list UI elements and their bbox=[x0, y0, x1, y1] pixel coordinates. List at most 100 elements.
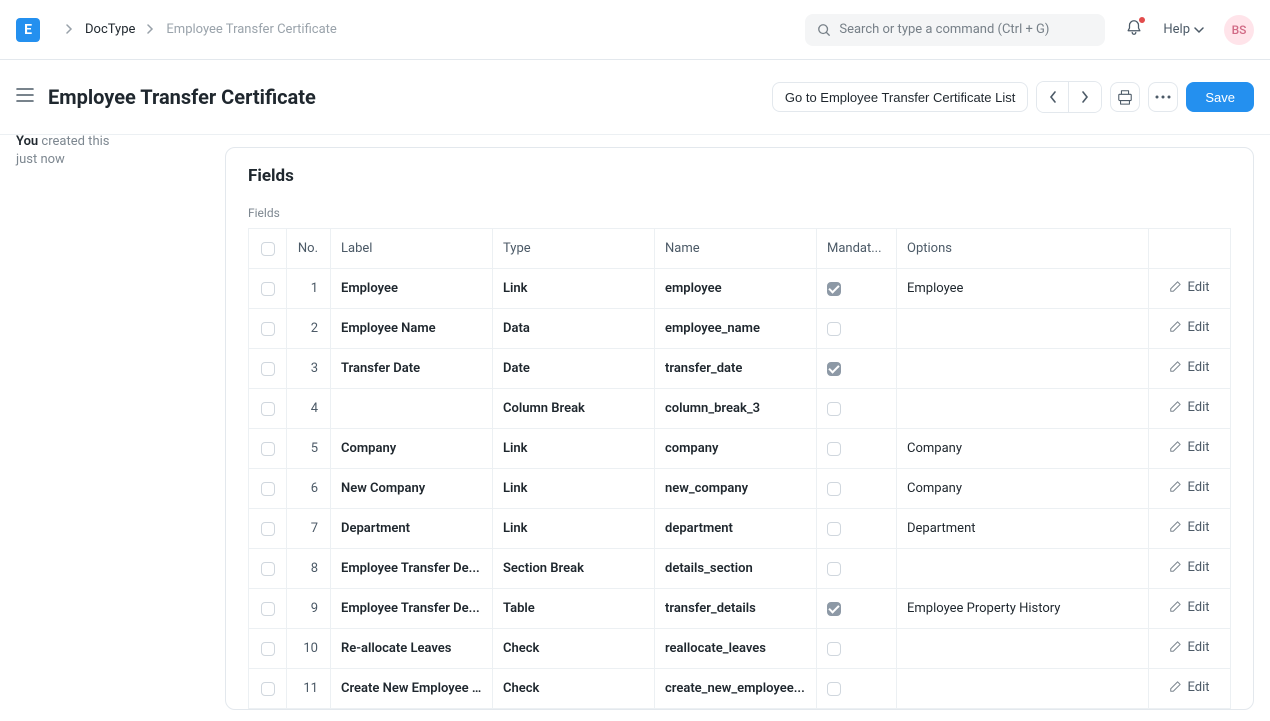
row-edit-button[interactable]: Edit bbox=[1149, 309, 1231, 349]
table-row[interactable]: 4Column Breakcolumn_break_3Edit bbox=[249, 389, 1231, 429]
row-label[interactable]: Employee bbox=[331, 269, 493, 309]
row-edit-button[interactable]: Edit bbox=[1149, 629, 1231, 669]
row-label[interactable]: Department bbox=[331, 509, 493, 549]
row-mandatory[interactable] bbox=[817, 469, 897, 509]
row-mandatory[interactable] bbox=[817, 429, 897, 469]
table-row[interactable]: 3Transfer DateDatetransfer_dateEdit bbox=[249, 349, 1231, 389]
row-checkbox[interactable] bbox=[249, 589, 287, 629]
row-label[interactable]: Employee Name bbox=[331, 309, 493, 349]
row-label[interactable]: Re-allocate Leaves bbox=[331, 629, 493, 669]
table-row[interactable]: 2Employee NameDataemployee_nameEdit bbox=[249, 309, 1231, 349]
row-mandatory[interactable] bbox=[817, 269, 897, 309]
row-options[interactable]: Employee Property History bbox=[897, 589, 1149, 629]
table-row[interactable]: 9Employee Transfer De...Tabletransfer_de… bbox=[249, 589, 1231, 629]
row-checkbox[interactable] bbox=[249, 349, 287, 389]
row-name[interactable]: transfer_details bbox=[655, 589, 817, 629]
row-type[interactable]: Link bbox=[493, 509, 655, 549]
avatar[interactable]: BS bbox=[1224, 15, 1254, 45]
breadcrumb-doctype[interactable]: DocType bbox=[85, 22, 135, 37]
app-logo[interactable]: E bbox=[16, 18, 40, 42]
row-edit-button[interactable]: Edit bbox=[1149, 669, 1231, 709]
row-mandatory[interactable] bbox=[817, 629, 897, 669]
row-checkbox[interactable] bbox=[249, 269, 287, 309]
row-type[interactable]: Link bbox=[493, 269, 655, 309]
row-name[interactable]: column_break_3 bbox=[655, 389, 817, 429]
row-options[interactable] bbox=[897, 629, 1149, 669]
row-name[interactable]: reallocate_leaves bbox=[655, 629, 817, 669]
row-type[interactable]: Section Break bbox=[493, 549, 655, 589]
row-name[interactable]: details_section bbox=[655, 549, 817, 589]
row-checkbox[interactable] bbox=[249, 429, 287, 469]
row-checkbox[interactable] bbox=[249, 389, 287, 429]
row-label[interactable]: New Company bbox=[331, 469, 493, 509]
go-to-list-button[interactable]: Go to Employee Transfer Certificate List bbox=[772, 82, 1028, 112]
header-select-all[interactable] bbox=[249, 229, 287, 269]
row-checkbox[interactable] bbox=[249, 549, 287, 589]
row-edit-button[interactable]: Edit bbox=[1149, 509, 1231, 549]
row-label[interactable]: Company bbox=[331, 429, 493, 469]
row-edit-button[interactable]: Edit bbox=[1149, 549, 1231, 589]
prev-button[interactable] bbox=[1037, 82, 1069, 112]
row-label[interactable]: Employee Transfer De... bbox=[331, 549, 493, 589]
row-options[interactable]: Employee bbox=[897, 269, 1149, 309]
row-options[interactable]: Department bbox=[897, 509, 1149, 549]
row-type[interactable]: Link bbox=[493, 429, 655, 469]
row-edit-button[interactable]: Edit bbox=[1149, 349, 1231, 389]
next-button[interactable] bbox=[1069, 82, 1101, 112]
table-row[interactable]: 5CompanyLinkcompanyCompanyEdit bbox=[249, 429, 1231, 469]
print-button[interactable] bbox=[1110, 82, 1140, 112]
table-row[interactable]: 10Re-allocate LeavesCheckreallocate_leav… bbox=[249, 629, 1231, 669]
row-checkbox[interactable] bbox=[249, 669, 287, 709]
row-edit-button[interactable]: Edit bbox=[1149, 589, 1231, 629]
row-options[interactable] bbox=[897, 389, 1149, 429]
table-row[interactable]: 8Employee Transfer De...Section Breakdet… bbox=[249, 549, 1231, 589]
row-type[interactable]: Column Break bbox=[493, 389, 655, 429]
row-edit-button[interactable]: Edit bbox=[1149, 389, 1231, 429]
help-button[interactable]: Help bbox=[1163, 22, 1204, 37]
row-name[interactable]: employee bbox=[655, 269, 817, 309]
row-mandatory[interactable] bbox=[817, 669, 897, 709]
row-mandatory[interactable] bbox=[817, 389, 897, 429]
row-type[interactable]: Check bbox=[493, 669, 655, 709]
row-label[interactable] bbox=[331, 389, 493, 429]
row-edit-button[interactable]: Edit bbox=[1149, 469, 1231, 509]
menu-button[interactable] bbox=[1148, 82, 1178, 112]
row-name[interactable]: employee_name bbox=[655, 309, 817, 349]
row-label[interactable]: Employee Transfer De... bbox=[331, 589, 493, 629]
row-options[interactable]: Company bbox=[897, 469, 1149, 509]
table-row[interactable]: 1EmployeeLinkemployeeEmployeeEdit bbox=[249, 269, 1231, 309]
search-input[interactable]: Search or type a command (Ctrl + G) bbox=[805, 14, 1105, 46]
row-checkbox[interactable] bbox=[249, 469, 287, 509]
row-options[interactable] bbox=[897, 349, 1149, 389]
row-name[interactable]: create_new_employee... bbox=[655, 669, 817, 709]
row-checkbox[interactable] bbox=[249, 309, 287, 349]
row-options[interactable]: Company bbox=[897, 429, 1149, 469]
save-button[interactable]: Save bbox=[1186, 82, 1254, 112]
table-row[interactable]: 6New CompanyLinknew_companyCompanyEdit bbox=[249, 469, 1231, 509]
row-mandatory[interactable] bbox=[817, 549, 897, 589]
row-mandatory[interactable] bbox=[817, 309, 897, 349]
row-options[interactable] bbox=[897, 549, 1149, 589]
row-name[interactable]: department bbox=[655, 509, 817, 549]
notifications-button[interactable] bbox=[1125, 19, 1143, 41]
table-row[interactable]: 11Create New Employee ...Checkcreate_new… bbox=[249, 669, 1231, 709]
row-mandatory[interactable] bbox=[817, 509, 897, 549]
sidebar-toggle-button[interactable] bbox=[16, 88, 34, 106]
row-label[interactable]: Transfer Date bbox=[331, 349, 493, 389]
row-name[interactable]: company bbox=[655, 429, 817, 469]
row-edit-button[interactable]: Edit bbox=[1149, 269, 1231, 309]
row-mandatory[interactable] bbox=[817, 349, 897, 389]
row-mandatory[interactable] bbox=[817, 589, 897, 629]
row-options[interactable] bbox=[897, 309, 1149, 349]
row-options[interactable] bbox=[897, 669, 1149, 709]
row-name[interactable]: new_company bbox=[655, 469, 817, 509]
row-label[interactable]: Create New Employee ... bbox=[331, 669, 493, 709]
row-name[interactable]: transfer_date bbox=[655, 349, 817, 389]
row-edit-button[interactable]: Edit bbox=[1149, 429, 1231, 469]
row-type[interactable]: Link bbox=[493, 469, 655, 509]
row-type[interactable]: Data bbox=[493, 309, 655, 349]
row-type[interactable]: Check bbox=[493, 629, 655, 669]
table-row[interactable]: 7DepartmentLinkdepartmentDepartmentEdit bbox=[249, 509, 1231, 549]
row-checkbox[interactable] bbox=[249, 509, 287, 549]
row-type[interactable]: Date bbox=[493, 349, 655, 389]
